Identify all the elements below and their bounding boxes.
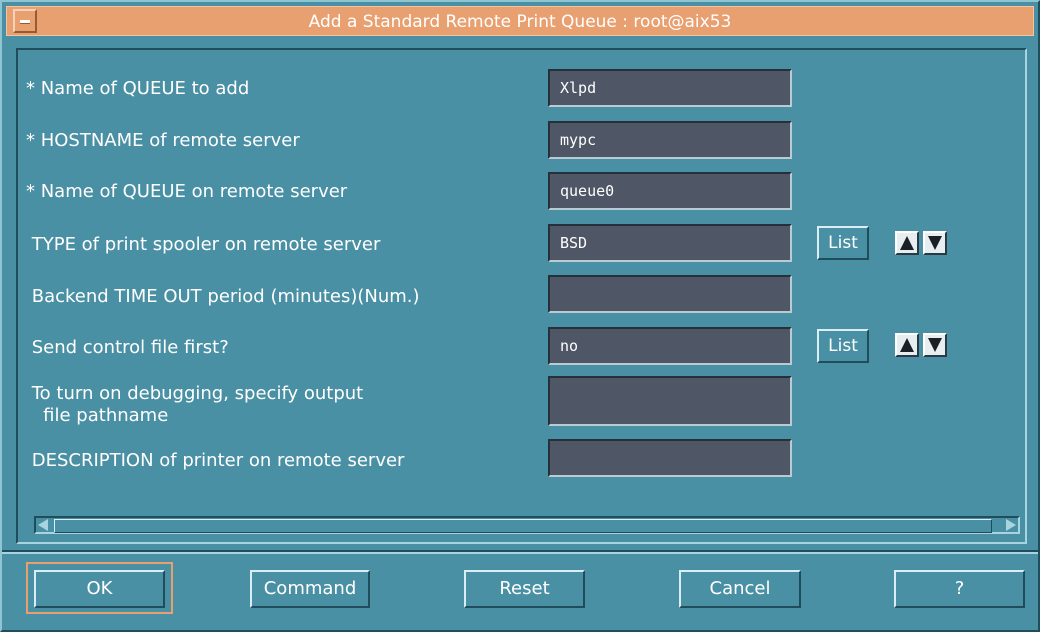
reset-button[interactable]: Reset	[464, 570, 585, 608]
command-button[interactable]: Command	[250, 570, 370, 608]
send-control-label: Send control file first?	[26, 337, 229, 358]
remote-queue-field[interactable]: queue0	[548, 172, 792, 210]
cancel-button[interactable]: Cancel	[679, 570, 801, 608]
window-title: Add a Standard Remote Print Queue : root…	[308, 12, 732, 32]
spooler-type-field[interactable]: BSD	[548, 224, 792, 262]
timeout-label: Backend TIME OUT period (minutes)(Num.)	[26, 286, 420, 307]
arrow-up-icon[interactable]	[895, 231, 919, 255]
spooler-type-label: TYPE of print spooler on remote server	[26, 234, 381, 255]
queue-name-field[interactable]: Xlpd	[548, 69, 792, 107]
description-label: DESCRIPTION of printer on remote server	[26, 450, 405, 471]
remote-queue-label: * Name of QUEUE on remote server	[26, 181, 348, 202]
arrow-down-icon[interactable]	[923, 333, 947, 357]
send-control-field[interactable]: no	[548, 327, 792, 365]
separator	[2, 550, 1038, 554]
horizontal-scrollbar[interactable]	[34, 516, 1020, 534]
scroll-left-icon[interactable]	[38, 519, 48, 531]
hostname-label: * HOSTNAME of remote server	[26, 130, 300, 151]
send-control-list-button[interactable]: List	[817, 329, 869, 363]
description-field[interactable]	[548, 439, 792, 477]
queue-name-label: * Name of QUEUE to add	[26, 78, 250, 99]
title-bar[interactable]: Add a Standard Remote Print Queue : root…	[6, 6, 1034, 36]
scrollbar-thumb[interactable]	[54, 519, 992, 533]
debug-label: To turn on debugging, specify output fil…	[31, 383, 364, 426]
dialog-window: Add a Standard Remote Print Queue : root…	[0, 0, 1040, 632]
timeout-field[interactable]	[548, 275, 792, 313]
arrow-down-icon[interactable]	[923, 231, 947, 255]
window-menu-icon[interactable]	[13, 9, 37, 33]
debug-field[interactable]	[548, 376, 792, 426]
hostname-field[interactable]: mypc	[548, 121, 792, 159]
help-button[interactable]: ?	[894, 570, 1025, 608]
scroll-right-icon[interactable]	[1006, 519, 1016, 531]
spooler-type-list-button[interactable]: List	[817, 226, 869, 260]
arrow-up-icon[interactable]	[895, 333, 919, 357]
ok-button[interactable]: OK	[34, 570, 165, 608]
